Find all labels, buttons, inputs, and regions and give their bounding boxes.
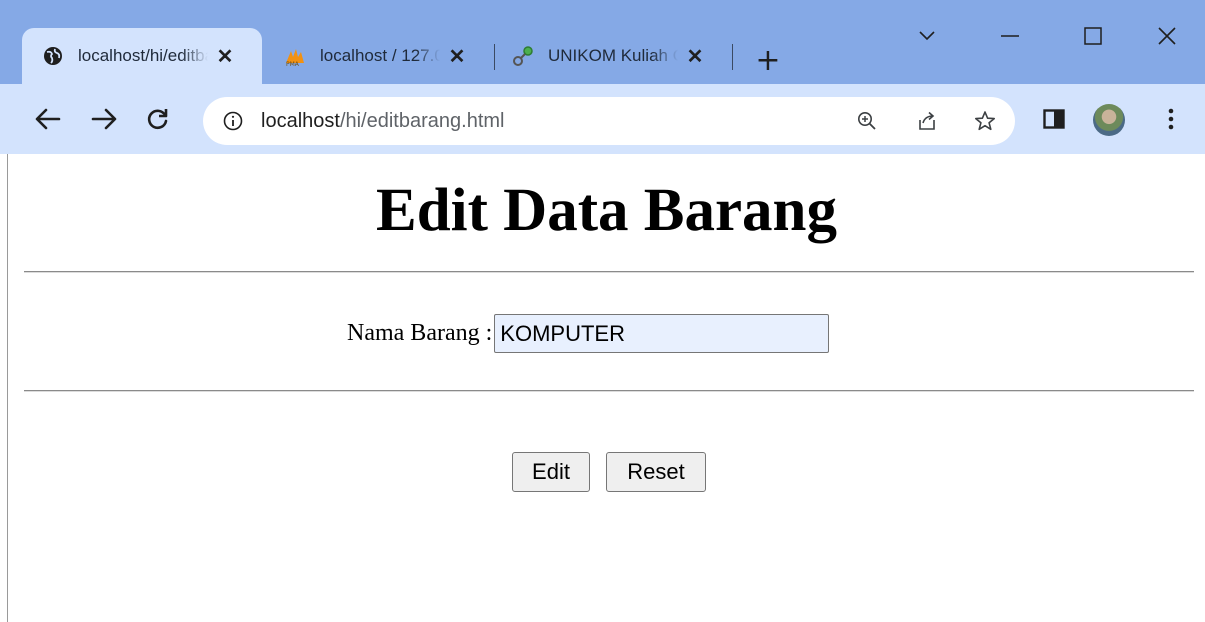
tab-title: UNIKOM Kuliah Online — [548, 46, 678, 65]
side-panel-icon[interactable] — [1039, 104, 1069, 134]
address-bar[interactable]: localhost/hi/editbarang.html — [203, 97, 1015, 145]
new-tab-button[interactable]: + — [752, 43, 784, 78]
profile-avatar[interactable] — [1093, 104, 1125, 136]
url-text: localhost/hi/editbarang.html — [261, 110, 504, 133]
edit-button[interactable]: Edit — [512, 452, 590, 492]
nama-barang-label: Nama Barang : — [347, 320, 493, 346]
tab-title: localhost/hi/editbarang.html — [78, 46, 208, 65]
tab-separator — [494, 44, 495, 70]
reset-button[interactable]: Reset — [606, 452, 706, 492]
reload-icon[interactable] — [140, 101, 176, 137]
divider-bottom — [24, 390, 1194, 392]
divider-top — [24, 271, 1194, 273]
menu-kebab-icon[interactable] — [1156, 104, 1186, 134]
svg-text:PMA: PMA — [286, 61, 300, 67]
close-tab-icon[interactable]: ✕ — [446, 45, 468, 68]
nama-barang-input[interactable] — [494, 314, 830, 353]
back-arrow-icon[interactable] — [30, 101, 66, 137]
globe-icon — [42, 45, 64, 67]
close-tab-icon[interactable]: ✕ — [214, 45, 236, 68]
info-icon[interactable] — [221, 109, 245, 133]
url-host: localhost — [261, 110, 340, 132]
zoom-icon[interactable] — [855, 109, 879, 133]
tab-search-icon[interactable] — [902, 18, 952, 54]
tab-unikom[interactable]: UNIKOM Kuliah Online ✕ — [500, 28, 730, 84]
tab-editbarang[interactable]: localhost/hi/editbarang.html ✕ — [22, 28, 262, 84]
page-content: Edit Data Barang Nama Barang : Edit Rese… — [8, 154, 1205, 622]
tab-title: localhost / 127.0.0.1 — [320, 46, 440, 65]
share-icon[interactable] — [915, 109, 939, 133]
forward-arrow-icon[interactable] — [86, 101, 122, 137]
tab-separator — [732, 44, 733, 70]
minimize-icon[interactable] — [985, 18, 1035, 54]
close-window-icon[interactable] — [1142, 18, 1192, 54]
tab-phpmyadmin[interactable]: PMA localhost / 127.0.0.1 ✕ — [270, 28, 490, 84]
page-heading: Edit Data Barang — [376, 177, 837, 244]
bookmark-star-icon[interactable] — [973, 109, 997, 133]
maximize-icon[interactable] — [1068, 18, 1118, 54]
link-icon — [512, 45, 534, 67]
nama-barang-row: Nama Barang : — [347, 314, 830, 353]
url-path: /hi/editbarang.html — [339, 110, 505, 132]
phpmyadmin-icon: PMA — [284, 45, 306, 67]
close-tab-icon[interactable]: ✕ — [684, 45, 706, 68]
